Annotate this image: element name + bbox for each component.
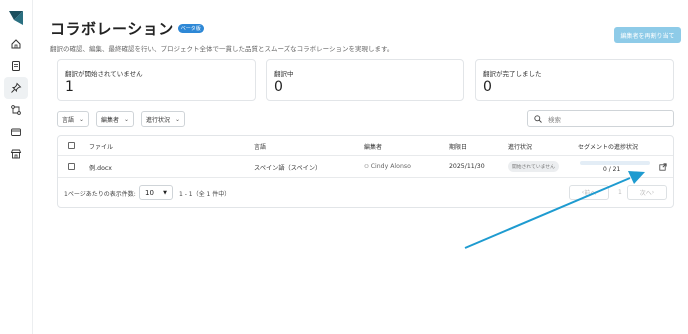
chevron-down-icon: ⌄ [79, 115, 85, 123]
table-header: ファイル 言語 編集者 期限日 進行状況 セグメントの進捗状況 [58, 136, 673, 156]
document-icon [12, 61, 20, 71]
pagination-range: 1 - 1（全 1 件中） [179, 191, 231, 198]
nav-home[interactable] [4, 33, 28, 55]
header-segment-progress: セグメントの進捗状況 [578, 144, 639, 151]
nav-store[interactable] [4, 143, 28, 165]
sidebar [0, 0, 33, 334]
next-page-button[interactable]: 次へ › [627, 185, 667, 200]
segment-progress-text: 0 / 21 [603, 166, 621, 173]
card-not-started: 翻訳が開始されていません 1 [57, 59, 256, 101]
card-label: 翻訳が完了しました [483, 70, 542, 78]
chevron-right-icon: › [651, 189, 655, 196]
pin-icon [11, 82, 22, 93]
language-filter[interactable]: 言語 ⌄ [57, 111, 90, 127]
per-page-value: 10 [145, 188, 154, 197]
page-title: コラボレーション [50, 20, 174, 38]
card-icon [11, 128, 21, 136]
editor-name: Cindy Alonso [370, 163, 411, 170]
open-external-icon[interactable] [659, 163, 667, 171]
current-page: 1 [618, 189, 622, 196]
row-checkbox[interactable] [68, 163, 75, 170]
language-filter-label: 言語 [62, 116, 75, 124]
table-row[interactable]: 例.docx スペイン語（スペイン） ⚇ Cindy Alonso 2025/1… [58, 156, 673, 178]
reassign-editor-button[interactable]: 編集者を再割り当て [614, 27, 681, 43]
prev-label: 前へ [584, 190, 597, 197]
title-row: コラボレーション ベータ版 [50, 18, 204, 39]
search-icon [534, 114, 542, 123]
language-value: スペイン語（スペイン） [254, 165, 322, 172]
header-language: 言語 [254, 144, 267, 151]
due-date-value: 2025/11/30 [449, 163, 485, 170]
status-badge: 開始されていません [508, 161, 559, 172]
page-subtitle: 翻訳の確認、編集、最終確認を行い、プロジェクト全体で一貫した品質とスムーズなコラ… [50, 45, 394, 53]
status-filter-label: 進行状況 [146, 116, 171, 124]
user-icon: ⚇ [364, 164, 371, 170]
workflow-icon [11, 105, 21, 115]
chevron-down-icon: ⌄ [175, 115, 181, 123]
per-page-select[interactable]: 10 ▼ [139, 185, 173, 200]
search-placeholder: 検索 [548, 115, 561, 124]
card-label: 翻訳が開始されていません [65, 70, 143, 78]
next-label: 次へ [639, 190, 652, 197]
editor-filter-label: 編集者 [101, 116, 120, 124]
caret-down-icon: ▼ [163, 189, 167, 196]
card-completed: 翻訳が完了しました 0 [475, 59, 674, 101]
main-content: コラボレーション ベータ版 翻訳の確認、編集、最終確認を行い、プロジェクト全体で… [50, 0, 688, 334]
header-due-date: 期限日 [449, 144, 468, 151]
segment-progress-bar [580, 161, 650, 165]
card-label: 翻訳中 [274, 70, 294, 78]
header-file: ファイル [89, 144, 114, 151]
select-all-checkbox[interactable] [68, 142, 75, 149]
chevron-down-icon: ⌄ [124, 115, 130, 123]
nav-workflow[interactable] [4, 99, 28, 121]
per-page-label: 1ページあたりの表示件数: [64, 191, 136, 198]
editor-filter[interactable]: 編集者 ⌄ [96, 111, 135, 127]
collaboration-table: ファイル 言語 編集者 期限日 進行状況 セグメントの進捗状況 例.docx ス… [57, 135, 674, 208]
header-status: 進行状況 [508, 144, 533, 151]
store-icon [10, 149, 22, 159]
beta-badge: ベータ版 [177, 24, 204, 33]
home-icon [11, 39, 21, 49]
editor-value: ⚇ Cindy Alonso [364, 163, 411, 170]
card-value: 0 [483, 79, 492, 95]
app-logo[interactable] [9, 11, 23, 25]
header-editor: 編集者 [364, 144, 383, 151]
status-filter[interactable]: 進行状況 ⌄ [141, 111, 186, 127]
card-value: 1 [65, 79, 74, 95]
nav-collaboration[interactable] [4, 77, 28, 99]
nav-billing[interactable] [4, 121, 28, 143]
nav-documents[interactable] [4, 55, 28, 77]
card-in-progress: 翻訳中 0 [266, 59, 464, 101]
prev-page-button[interactable]: ‹ 前へ [569, 185, 609, 200]
card-value: 0 [274, 79, 283, 95]
file-name[interactable]: 例.docx [89, 163, 112, 172]
search-input[interactable]: 検索 [527, 110, 674, 127]
